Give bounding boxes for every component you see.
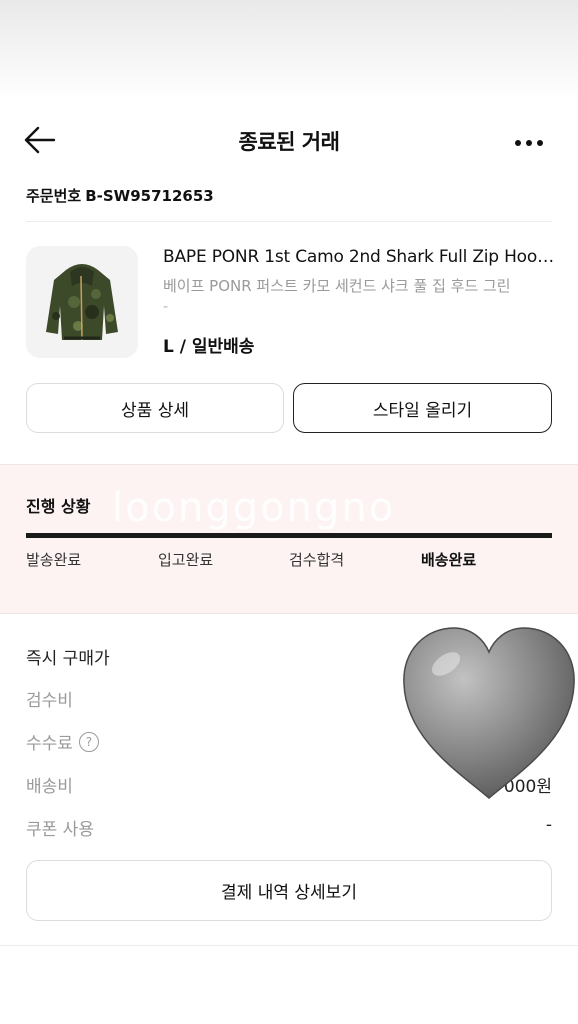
- progress-title: 진행 상황: [26, 497, 91, 516]
- coupon-row: 쿠폰 사용 -: [26, 815, 552, 840]
- status-bar-area: [0, 0, 578, 100]
- instant-price-row: 즉시 구매가: [26, 644, 552, 669]
- more-horizontal-icon: [515, 140, 543, 146]
- commission-label-wrap: 수수료 ?: [26, 729, 99, 754]
- bottom-divider: [0, 945, 578, 946]
- progress-section: loonggongno 진행 상황 발송완료 입고완료 검수합격 배송완료: [0, 464, 578, 614]
- step-received: 입고완료: [158, 551, 214, 569]
- product-detail-button[interactable]: 상품 상세: [26, 383, 284, 433]
- step-inspection-passed: 검수합격: [289, 551, 345, 569]
- watermark-text: loonggongno: [112, 485, 396, 531]
- shipping-fee-label: 배송비: [26, 777, 73, 797]
- product-option: L / 일반배송: [163, 337, 255, 357]
- more-options-button[interactable]: [514, 132, 554, 146]
- product-extra: -: [163, 299, 169, 315]
- inspection-fee-row: 검수비: [26, 686, 552, 711]
- step-shipped: 발송완료: [26, 551, 82, 569]
- inspection-fee-label: 검수비: [26, 691, 73, 711]
- commission-label: 수수료: [26, 734, 73, 754]
- instant-price-label: 즉시 구매가: [26, 649, 110, 669]
- product-name[interactable]: BAPE PONR 1st Camo 2nd Shark Full Zip Ho…: [163, 247, 558, 267]
- order-number-label: 주문번호: [26, 187, 82, 205]
- product-name-korean: 베이프 PONR 퍼스트 카모 세컨드 샤크 풀 집 후드 그린: [163, 277, 511, 295]
- progress-bar: [26, 533, 552, 538]
- camo-hoodie-image: [46, 264, 118, 341]
- help-icon[interactable]: ?: [78, 731, 99, 752]
- coupon-value: -: [545, 815, 552, 835]
- shipping-fee-row: 배송비 000원: [26, 772, 552, 797]
- payment-detail-button[interactable]: 결제 내역 상세보기: [26, 860, 552, 921]
- commission-row: 수수료 ?: [26, 729, 552, 754]
- page-title: 종료된 거래: [238, 130, 340, 154]
- top-navigation-bar: 종료된 거래: [0, 110, 578, 170]
- order-number-row: 주문번호 B-SW95712653: [26, 185, 218, 206]
- step-delivered: 배송완료: [421, 551, 477, 569]
- coupon-label: 쿠폰 사용: [26, 820, 94, 840]
- upload-style-button[interactable]: 스타일 올리기: [293, 383, 552, 433]
- product-image[interactable]: [26, 246, 138, 358]
- divider: [26, 221, 552, 222]
- order-number-value: B-SW95712653: [85, 187, 214, 205]
- progress-bar-fill: [26, 533, 552, 538]
- shipping-fee-value: 000원: [503, 777, 552, 797]
